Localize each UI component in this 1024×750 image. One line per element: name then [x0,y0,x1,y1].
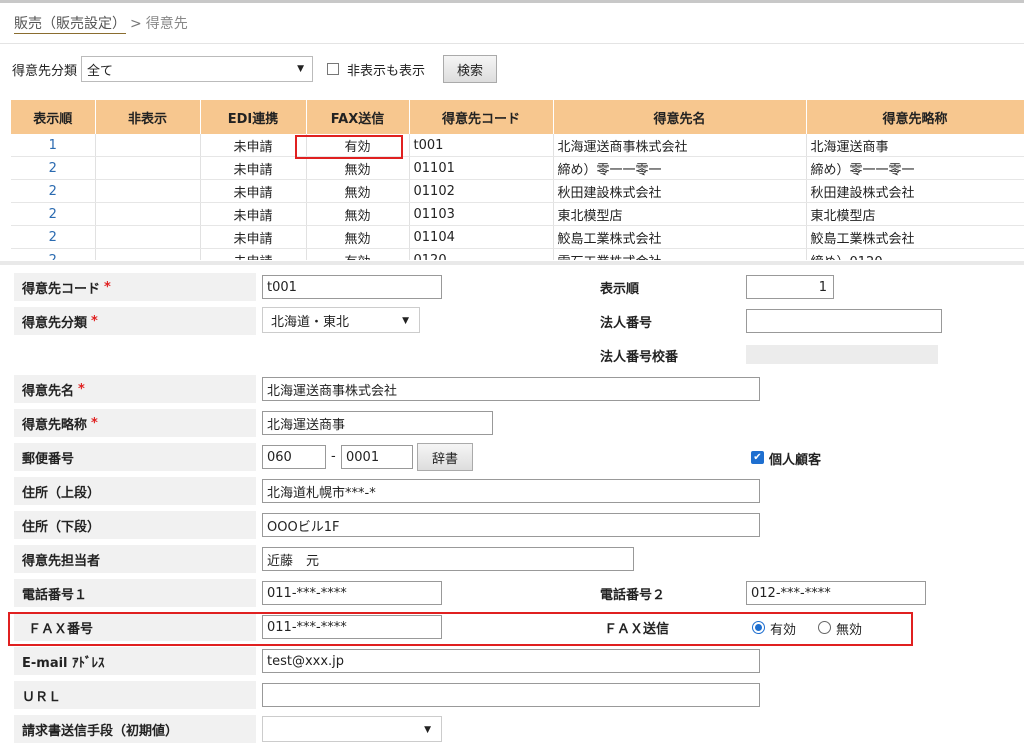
code-input[interactable]: t001 [262,275,442,299]
postal-code-2-input[interactable]: 0001 [341,445,413,469]
code-label: 得意先コード * [14,273,256,301]
postal-code-1-input[interactable]: 060 [262,445,326,469]
order-label: 表示順 [600,281,640,297]
fax-send-off-label: 無効 [836,623,863,638]
name-input[interactable]: 北海運送商事株式会社 [262,377,760,401]
fax-input[interactable]: 011-***-**** [262,615,442,639]
tel1-label: 電話番号１ [14,579,256,607]
chevron-down-icon: ▼ [402,316,409,326]
customer-form: 得意先コード * t001 表示順 1 得意先分類 * 北海道・東北 ▼ 法人番号 … [0,0,1024,750]
individual-checkbox[interactable]: ✔ [751,451,764,464]
short-name-label: 得意先略称 * [14,409,256,437]
corp-no-label: 法人番号 [600,315,653,331]
category-select-value: 北海道・東北 [271,314,350,330]
dictionary-button[interactable]: 辞書 [417,443,473,471]
category-select[interactable]: 北海道・東北 ▼ [262,307,420,333]
address1-label: 住所（上段） [14,477,256,505]
address1-input[interactable]: 北海道札幌市***-* [262,479,760,503]
chevron-down-icon: ▼ [424,725,431,735]
individual-label: 個人顧客 [769,453,822,468]
contact-input[interactable]: 近藤 元 [262,547,634,571]
invoice-method-label: 請求書送信手段（初期値） [14,715,256,743]
fax-label: ＦＡＸ番号 [14,613,256,641]
fax-send-off-radio[interactable] [818,621,831,634]
contact-label: 得意先担当者 [14,545,256,573]
url-input[interactable] [262,683,760,707]
invoice-method-select[interactable]: ▼ [262,716,442,742]
email-label: E-mail ｱﾄﾞﾚｽ [14,647,256,675]
short-name-input[interactable]: 北海運送商事 [262,411,493,435]
name-label: 得意先名 * [14,375,256,403]
fax-send-on-radio[interactable] [752,621,765,634]
fax-send-label: ＦＡＸ送信 [604,621,670,637]
category-label: 得意先分類 * [14,307,256,335]
fax-send-on-label: 有効 [770,623,797,638]
email-input[interactable]: test@xxx.jp [262,649,760,673]
checkmark-icon: ✔ [753,451,762,463]
tel1-input[interactable]: 011-***-**** [262,581,442,605]
tel2-label: 電話番号２ [600,587,666,603]
postal-separator: - [331,449,336,464]
address2-label: 住所（下段） [14,511,256,539]
url-label: ＵＲＬ [14,681,256,709]
tel2-input[interactable]: 012-***-**** [746,581,926,605]
postal-label: 郵便番号 [14,443,256,471]
corp-no-input[interactable] [746,309,942,333]
corp-check-field [746,345,938,364]
address2-input[interactable]: OOOビル1F [262,513,760,537]
required-mark: * [104,279,111,295]
order-input[interactable]: 1 [746,275,834,299]
corp-check-label: 法人番号校番 [600,349,679,365]
